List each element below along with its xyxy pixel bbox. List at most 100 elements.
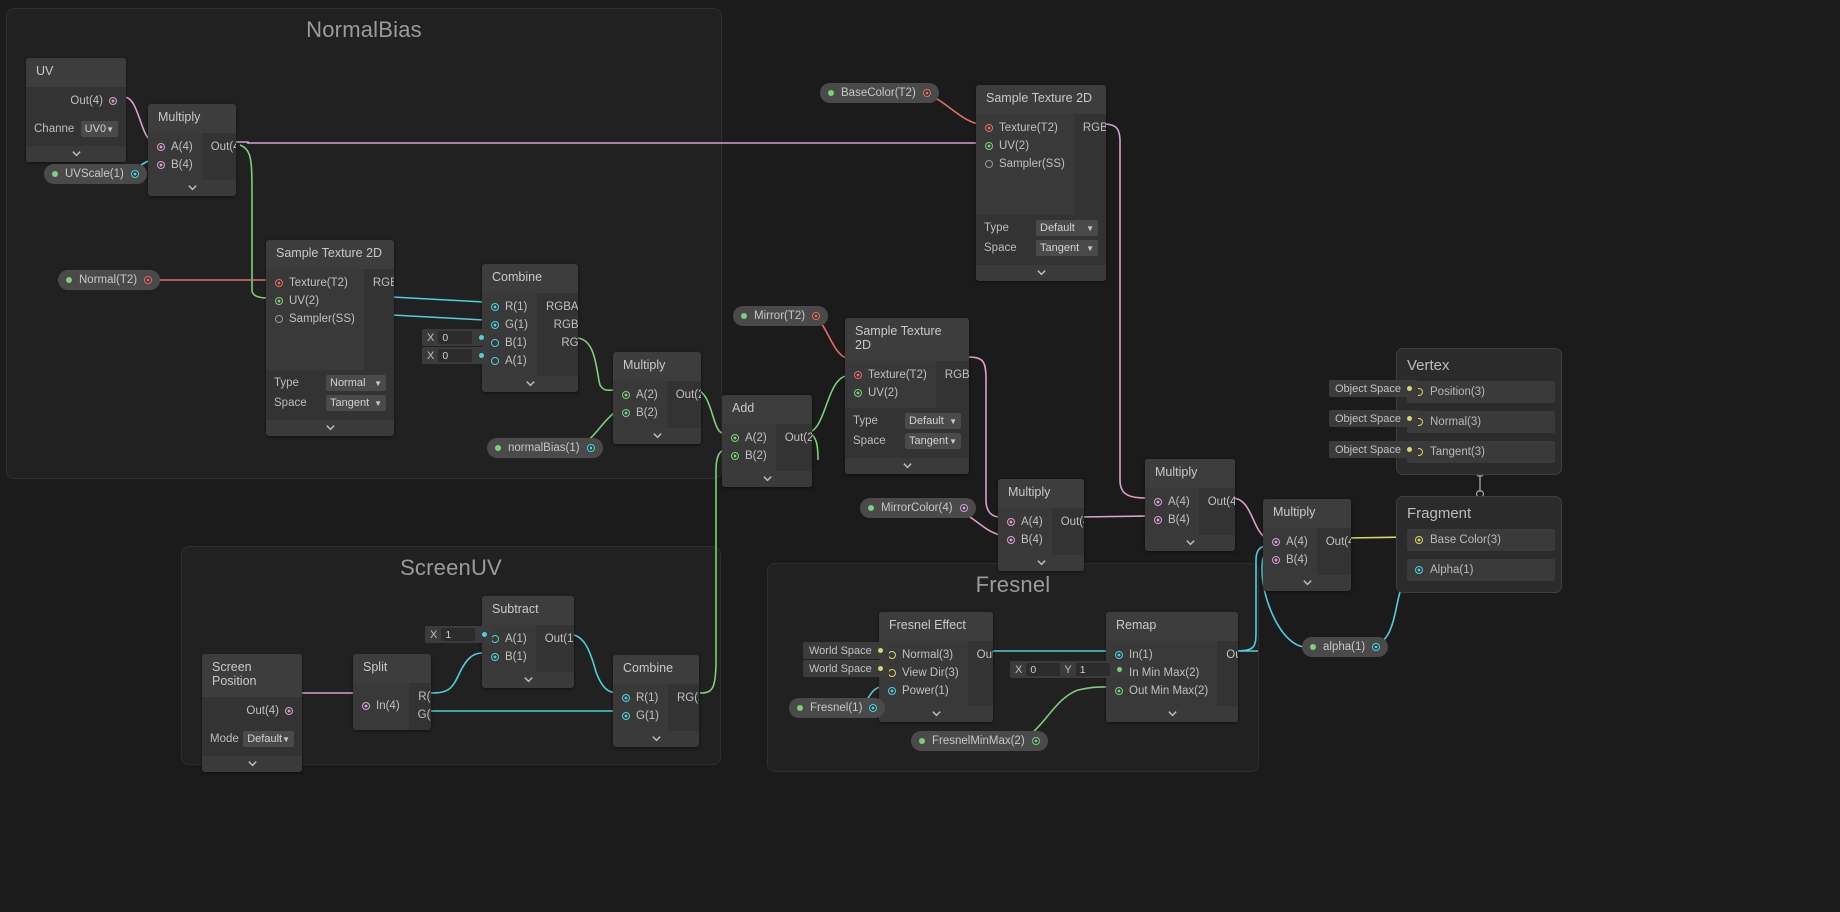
input-port[interactable]: Texture(T2) [266,274,364,292]
space-dropdown[interactable]: Tangent▼ [1036,240,1098,256]
port-dot-icon[interactable] [587,444,595,452]
input-port[interactable]: Texture(T2) [845,366,936,384]
port-dot-icon[interactable] [1407,386,1412,391]
port-dot-icon[interactable] [878,648,883,653]
port-dot-icon[interactable] [285,707,293,715]
output-port[interactable]: Out(1) [968,646,993,664]
port-dot-icon[interactable] [275,279,283,287]
input-port[interactable]: View Dir(3) [879,664,968,682]
output-port[interactable]: RGBA(4) [936,366,969,384]
output-port[interactable]: RG(2) [537,334,578,352]
output-port[interactable]: R(1) [1074,137,1106,155]
port-dot-icon[interactable] [131,170,139,178]
collapse-toggle[interactable] [1145,535,1235,551]
block-tangent[interactable]: Tangent(3) [1407,441,1555,463]
port-dot-icon[interactable] [731,452,739,460]
port-dot-icon[interactable] [157,143,165,151]
output-port[interactable]: Out(1) [1217,646,1238,664]
type-dropdown[interactable]: Normal▼ [326,375,386,391]
port-dot-icon[interactable] [622,391,630,399]
input-port[interactable]: B(4) [1145,511,1199,529]
output-port[interactable]: Out(4) [202,138,236,156]
port-dot-icon[interactable] [923,89,931,97]
block-position[interactable]: Position(3) [1407,381,1555,403]
collapse-toggle[interactable] [1106,706,1238,722]
port-dot-icon[interactable] [854,371,862,379]
output-port[interactable]: Out(4) [202,702,302,720]
node-subtract[interactable]: Subtract A(1) B(1) Out(1) [482,596,574,688]
input-port[interactable]: Power(1) [879,682,968,700]
property-alpha[interactable]: alpha(1) [1302,637,1388,657]
collapse-toggle[interactable] [482,376,578,392]
input-port[interactable]: B(4) [148,156,202,174]
port-dot-icon[interactable] [985,142,993,150]
node-multiply-mix[interactable]: Multiply A(4) B(4) Out(4) [1145,459,1235,551]
output-port[interactable]: RGBA(4) [364,274,394,292]
output-port[interactable]: Out(2) [776,429,812,447]
port-dot-icon[interactable] [854,389,862,397]
port-dot-icon[interactable] [275,297,283,305]
node-multiply-mirror[interactable]: Multiply A(4) B(4) Out(4) [998,479,1084,571]
collapse-toggle[interactable] [998,555,1084,571]
input-port[interactable]: Sampler(SS) [976,155,1074,173]
port-dot-icon[interactable] [869,704,877,712]
property-basecolor[interactable]: BaseColor(T2) [820,83,939,103]
block-normal[interactable]: Normal(3) [1407,411,1555,433]
node-settings[interactable]: Mode Default▼ [202,726,302,756]
port-dot-icon[interactable] [985,124,993,132]
port-dot-icon[interactable] [491,357,499,365]
port-dot-icon[interactable] [491,653,499,661]
port-dot-icon[interactable] [888,651,896,659]
port-dot-icon[interactable] [1007,536,1015,544]
output-port[interactable]: Out(2) [667,386,701,404]
port-dot-icon[interactable] [479,335,484,340]
node-screen-position[interactable]: Screen Position Out(4) Mode Default▼ [202,654,302,772]
remap-in-min-max-value[interactable]: X 0 Y 1 [1010,661,1127,678]
port-dot-icon[interactable] [109,97,117,105]
output-port[interactable]: Out(4) [1199,493,1235,511]
property-normalbias[interactable]: normalBias(1) [487,438,603,458]
output-port[interactable]: RGB(3) [537,316,578,334]
input-port[interactable]: B(2) [722,447,776,465]
port-dot-icon[interactable] [1272,556,1280,564]
space-dropdown[interactable]: Tangent▼ [905,433,961,449]
output-port[interactable]: Out(1) [536,630,574,648]
input-port[interactable]: A(4) [1263,533,1317,551]
node-add[interactable]: Add A(2) B(2) Out(2) [722,395,812,487]
collapse-toggle[interactable] [202,756,302,772]
port-dot-icon[interactable] [1115,687,1123,695]
port-dot-icon[interactable] [622,712,630,720]
port-dot-icon[interactable] [1272,538,1280,546]
input-port[interactable]: A(1) [482,352,537,370]
property-uvscale[interactable]: UVScale(1) [44,164,147,184]
output-port[interactable]: B(1) [364,328,394,346]
output-port[interactable]: A(1) [364,346,394,364]
port-dot-icon[interactable] [1407,447,1412,452]
node-combine-normal[interactable]: Combine R(1) G(1) B(1) A(1) RGBA(4) RGB(… [482,264,578,392]
input-port[interactable]: Normal(3) [879,646,968,664]
input-port[interactable]: Texture(T2) [976,119,1074,137]
port-dot-icon[interactable] [1154,516,1162,524]
collapse-toggle[interactable] [722,471,812,487]
port-dot-icon[interactable] [1154,498,1162,506]
node-settings[interactable]: Type Normal▼ Space Tangent▼ [266,370,394,420]
port-dot-icon[interactable] [888,669,896,677]
property-fresnel[interactable]: Fresnel(1) [789,698,885,718]
property-normal[interactable]: Normal(T2) [58,270,160,290]
port-dot-icon[interactable] [1372,643,1380,651]
port-dot-icon[interactable] [362,702,370,710]
input-port[interactable]: B(4) [1263,551,1317,569]
value-field-x[interactable]: 0 [1026,663,1060,676]
channel-dropdown[interactable]: UV0 ▼ [81,121,118,137]
combine-a-value[interactable]: X 0 [422,347,489,364]
input-port[interactable]: Out Min Max(2) [1106,682,1217,700]
output-port[interactable]: R(1) [364,292,394,310]
port-dot-icon[interactable] [812,312,820,320]
port-dot-icon[interactable] [482,632,487,637]
input-port[interactable]: Sampler(SS) [266,310,364,328]
collapse-toggle[interactable] [266,420,394,436]
output-port[interactable]: RG(2) [668,689,699,707]
input-port[interactable]: B(2) [613,404,667,422]
input-port[interactable]: A(4) [1145,493,1199,511]
node-uv[interactable]: UV Out(4) Channe UV0 ▼ [26,58,126,162]
